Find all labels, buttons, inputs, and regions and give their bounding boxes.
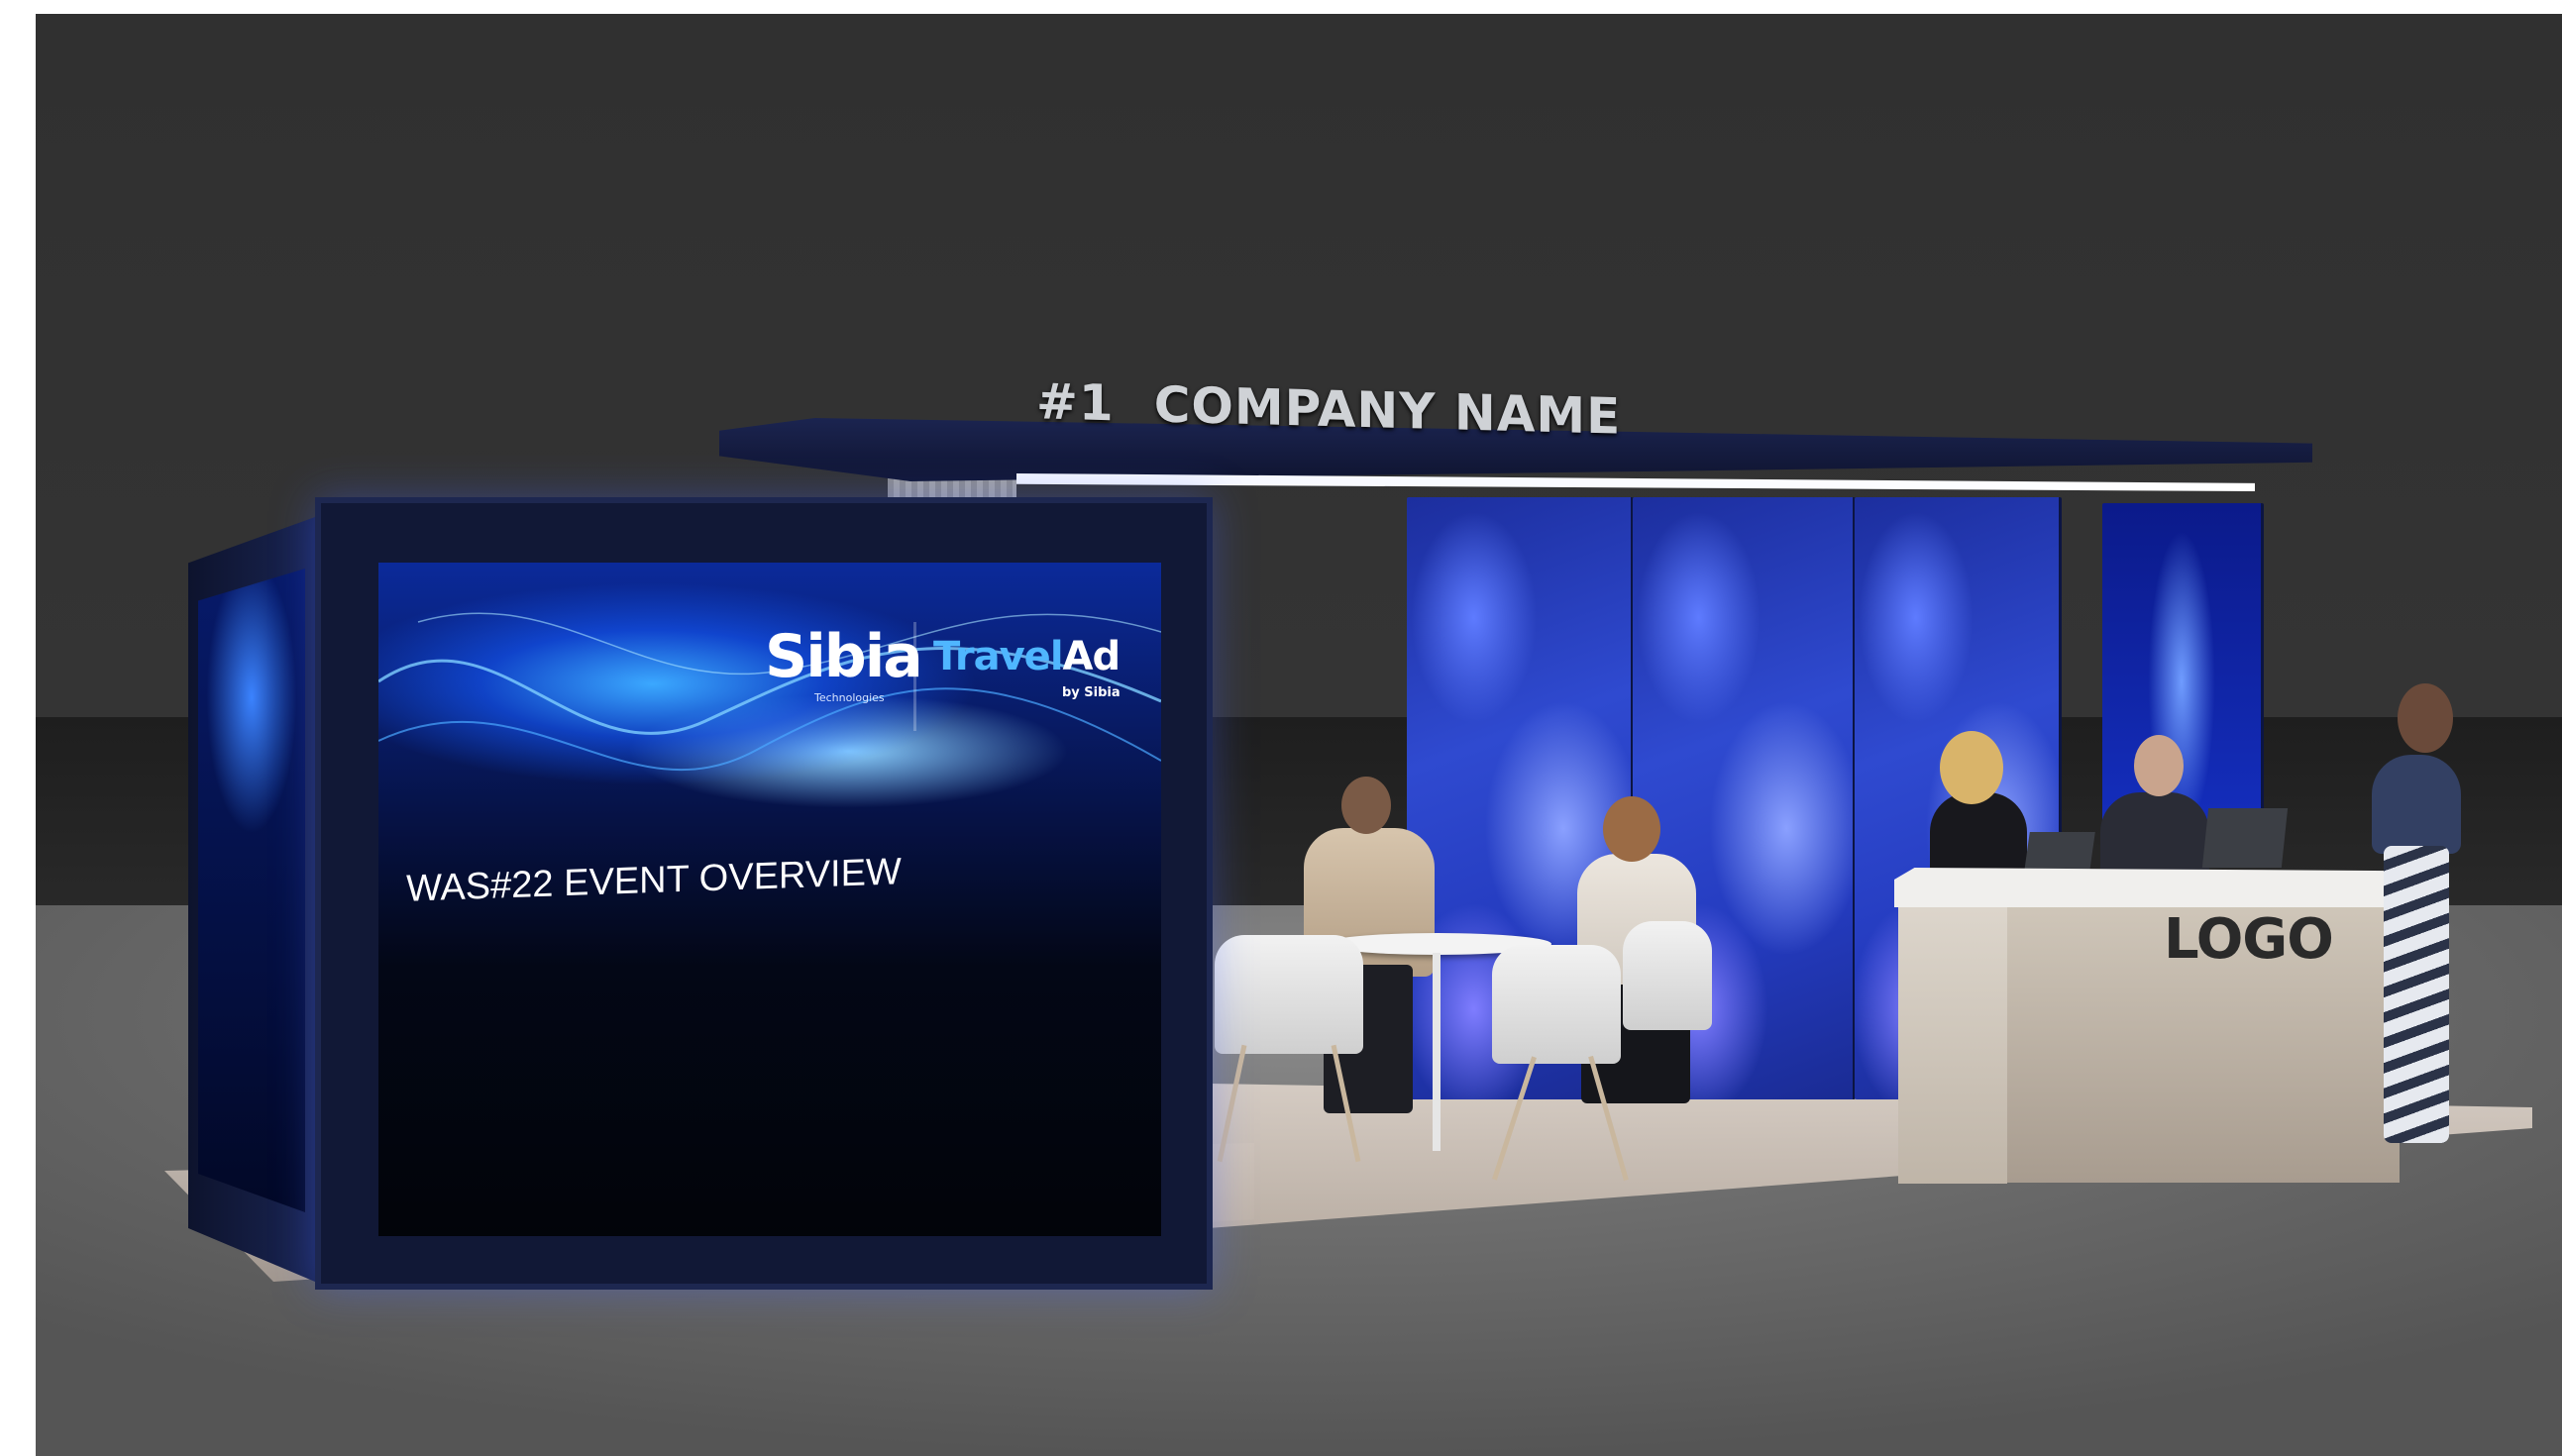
staff-man-head — [2134, 735, 2184, 796]
canopy-rank: #1 — [1036, 372, 1115, 433]
table-stem — [1433, 953, 1441, 1151]
reception-counter-top — [1894, 868, 2402, 907]
canopy-company-name: COMPANY NAME — [1153, 375, 1622, 446]
standing-woman-blonde-head — [1940, 731, 2003, 804]
laptop — [2201, 808, 2289, 868]
travelad-logo-travel: Travel — [933, 634, 1064, 679]
white-chair — [1215, 935, 1363, 1054]
sibia-logo: Sibia — [765, 622, 923, 691]
standing-woman-right — [2372, 755, 2461, 854]
led-cube-side-screen — [198, 569, 305, 1212]
reception-counter-side — [1898, 901, 2007, 1184]
standing-woman-right-head — [2398, 683, 2453, 753]
exhibition-booth-render: #1 COMPANY NAME LOGO Sibia Technologies — [36, 14, 2562, 1456]
travelad-logo-ad: Ad — [1062, 634, 1121, 679]
travelad-tagline: by Sibia — [1062, 685, 1121, 700]
standing-woman-right-legs — [2384, 846, 2449, 1143]
led-screen: Sibia Technologies TravelAd by Sibia WAS… — [378, 563, 1161, 1236]
wave-graphic — [378, 612, 1161, 771]
travelad-logo: TravelAd — [933, 634, 1121, 679]
counter-logo: LOGO — [2164, 907, 2334, 972]
seated-woman-head — [1603, 796, 1660, 862]
seated-man-head — [1341, 777, 1391, 834]
white-chair — [1492, 945, 1621, 1064]
laptop — [2024, 832, 2095, 872]
white-chair — [1623, 921, 1712, 1030]
sibia-tagline: Technologies — [814, 691, 885, 704]
